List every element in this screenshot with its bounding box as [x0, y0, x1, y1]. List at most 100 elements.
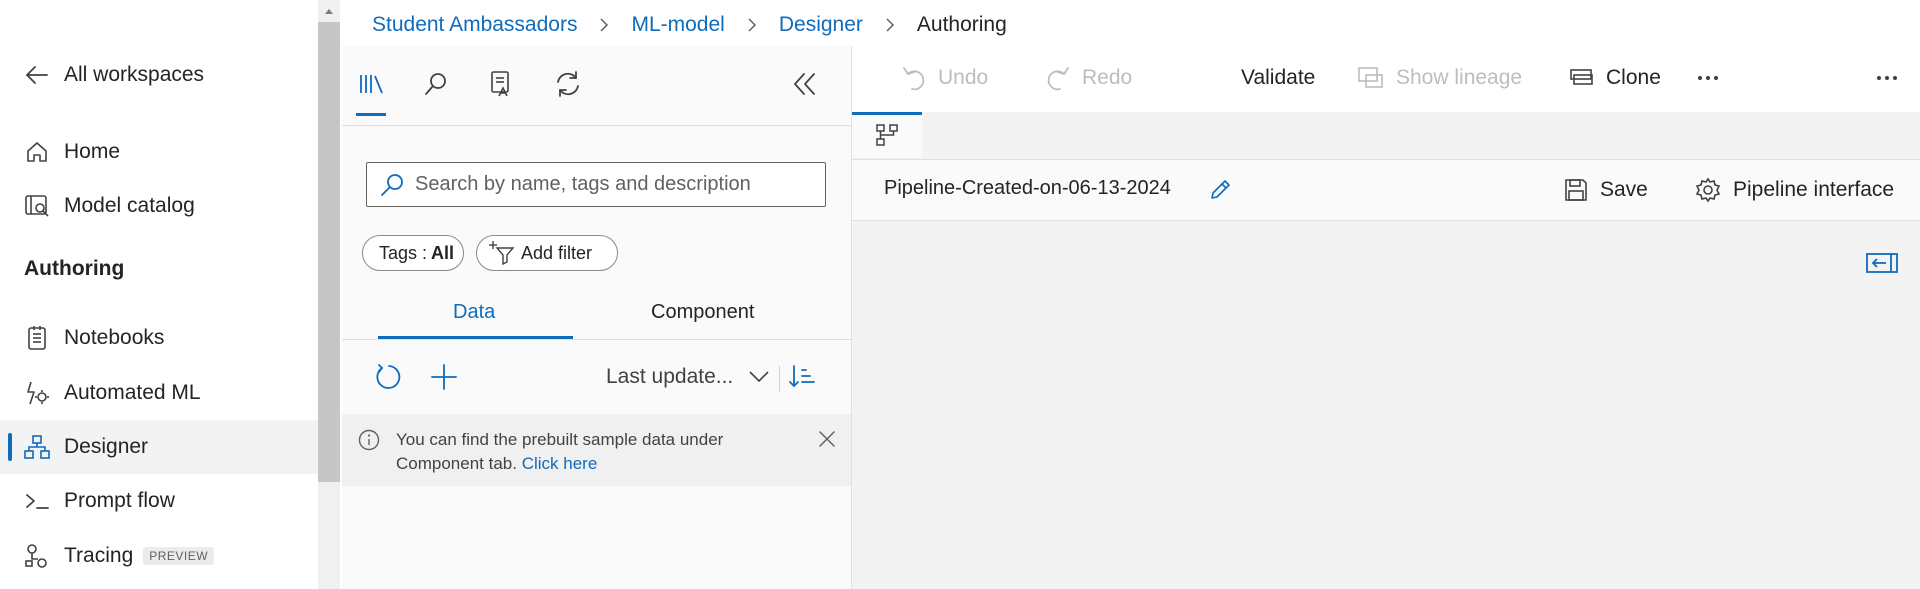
nav-item-label: Notebooks	[64, 326, 165, 349]
preview-badge: PREVIEW	[143, 547, 215, 566]
nav-item-automated-ml[interactable]: Automated ML	[0, 366, 318, 420]
left-navigation: All workspaces Home Model catalog Author…	[0, 0, 318, 589]
undo-button[interactable]: Undo	[902, 60, 988, 96]
subtab-component[interactable]: Component	[651, 301, 754, 324]
tab-components[interactable]	[484, 64, 520, 104]
active-tab-indicator	[356, 113, 386, 116]
show-lineage-label: Show lineage	[1396, 66, 1523, 89]
pipeline-header-bar: Pipeline-Created-on-06-13-2024 Save Pipe…	[852, 159, 1920, 221]
breadcrumb-link-designer[interactable]: Designer	[779, 13, 863, 37]
back-arrow-icon	[24, 62, 50, 88]
chevron-down-icon[interactable]	[748, 370, 770, 384]
nav-item-notebooks[interactable]: Notebooks	[0, 311, 318, 365]
more-options-button[interactable]	[1696, 60, 1720, 96]
pipeline-name: Pipeline-Created-on-06-13-2024	[884, 177, 1171, 199]
refresh-icon	[376, 364, 401, 389]
chevron-right-icon	[748, 18, 756, 32]
expand-panel-icon[interactable]	[1866, 252, 1898, 274]
add-filter-button[interactable]: Add filter	[476, 235, 618, 271]
home-icon	[24, 139, 50, 165]
designer-toolbar: Undo Redo Validate Show lineage Clone	[852, 46, 1920, 112]
nav-section-authoring: Authoring	[24, 257, 125, 280]
close-icon[interactable]	[818, 430, 836, 448]
redo-label: Redo	[1082, 66, 1133, 89]
validate-button[interactable]: Validate	[1241, 60, 1315, 96]
tab-search[interactable]	[418, 64, 454, 104]
tracing-label: Tracing	[64, 544, 134, 567]
ellipsis-icon	[1877, 76, 1897, 80]
library-search-input[interactable]	[415, 163, 815, 206]
nav-item-designer[interactable]: Designer	[0, 420, 318, 474]
overflow-menu-button[interactable]	[1875, 60, 1899, 96]
divider	[779, 366, 780, 392]
breadcrumb-link-model[interactable]: ML-model	[631, 13, 724, 37]
nav-item-home[interactable]: Home	[0, 125, 318, 179]
pipeline-canvas-area[interactable]: Pipeline-Created-on-06-13-2024 Save Pipe…	[852, 112, 1920, 589]
undo-label: Undo	[938, 66, 989, 89]
tab-asset-library[interactable]	[354, 64, 390, 104]
divider	[342, 125, 851, 126]
breadcrumb: Student Ambassadors ML-model Designer Au…	[372, 10, 1007, 40]
library-icon	[360, 75, 383, 94]
nav-scrollbar-thumb[interactable]	[318, 22, 340, 482]
sort-order-button[interactable]	[788, 364, 816, 390]
add-data-button[interactable]	[430, 363, 458, 391]
search-icon	[379, 173, 405, 197]
nav-item-label: Tracing PREVIEW	[64, 544, 215, 568]
double-chevron-left-icon	[794, 73, 815, 95]
validate-label: Validate	[1241, 66, 1316, 89]
add-filter-icon	[489, 241, 515, 266]
pipeline-interface-label: Pipeline interface	[1733, 178, 1895, 201]
nav-item-label: Designer	[64, 435, 149, 458]
tracing-icon	[24, 543, 50, 569]
add-filter-label: Add filter	[521, 242, 593, 263]
nav-item-prompt-flow[interactable]: Prompt flow	[0, 474, 318, 528]
all-workspaces-label: All workspaces	[64, 63, 205, 86]
clone-label: Clone	[1606, 66, 1661, 89]
ellipsis-icon	[1698, 76, 1718, 80]
pipeline-graph-tab[interactable]	[852, 112, 922, 158]
scroll-up-arrow-icon[interactable]	[322, 4, 336, 18]
lineage-icon	[1358, 67, 1383, 88]
nav-item-label: Model catalog	[64, 194, 195, 217]
breadcrumb-link-workspace[interactable]: Student Ambassadors	[372, 13, 577, 37]
component-list-icon	[491, 71, 509, 97]
all-workspaces-link[interactable]: All workspaces	[0, 48, 318, 102]
info-notice: You can find the prebuilt sample data un…	[342, 414, 851, 486]
redo-button[interactable]: Redo	[1046, 60, 1132, 96]
nav-item-label: Automated ML	[64, 381, 201, 404]
nav-item-label: Prompt flow	[64, 489, 175, 512]
collapse-panel-button[interactable]	[786, 64, 822, 104]
sort-dropdown[interactable]: Last update...	[606, 365, 733, 389]
info-icon	[358, 429, 380, 451]
notice-text: You can find the prebuilt sample data un…	[396, 428, 796, 476]
chevron-right-icon	[600, 18, 609, 32]
save-button[interactable]: Save	[1564, 174, 1648, 206]
prompt-flow-icon	[24, 488, 50, 514]
tags-filter-pill[interactable]: Tags : All	[362, 235, 464, 271]
click-here-link[interactable]: Click here	[522, 454, 598, 473]
redo-icon	[1047, 67, 1069, 91]
notebook-icon	[24, 325, 50, 351]
clone-button[interactable]: Clone	[1568, 60, 1661, 96]
search-icon	[425, 73, 446, 95]
tab-refresh[interactable]	[550, 64, 586, 104]
library-search-box[interactable]	[366, 162, 826, 207]
nav-item-label: Home	[64, 140, 121, 163]
subtab-data[interactable]: Data	[453, 301, 495, 324]
edit-pencil-icon[interactable]	[1208, 178, 1232, 202]
gear-icon	[1695, 177, 1721, 203]
pipeline-interface-button[interactable]: Pipeline interface	[1695, 174, 1894, 206]
clone-icon	[1570, 69, 1593, 85]
save-icon	[1565, 179, 1587, 201]
automated-ml-icon	[24, 380, 50, 406]
pipeline-graph-icon	[876, 124, 898, 146]
nav-item-tracing[interactable]: Tracing PREVIEW	[0, 529, 318, 583]
nav-item-model-catalog[interactable]: Model catalog	[0, 179, 318, 233]
show-lineage-button[interactable]: Show lineage	[1358, 60, 1522, 96]
sort-descending-icon	[789, 365, 815, 388]
active-tab-indicator	[852, 112, 922, 115]
tags-value: All	[431, 242, 455, 263]
refresh-data-button[interactable]	[374, 362, 404, 392]
chevron-right-icon	[886, 18, 894, 32]
